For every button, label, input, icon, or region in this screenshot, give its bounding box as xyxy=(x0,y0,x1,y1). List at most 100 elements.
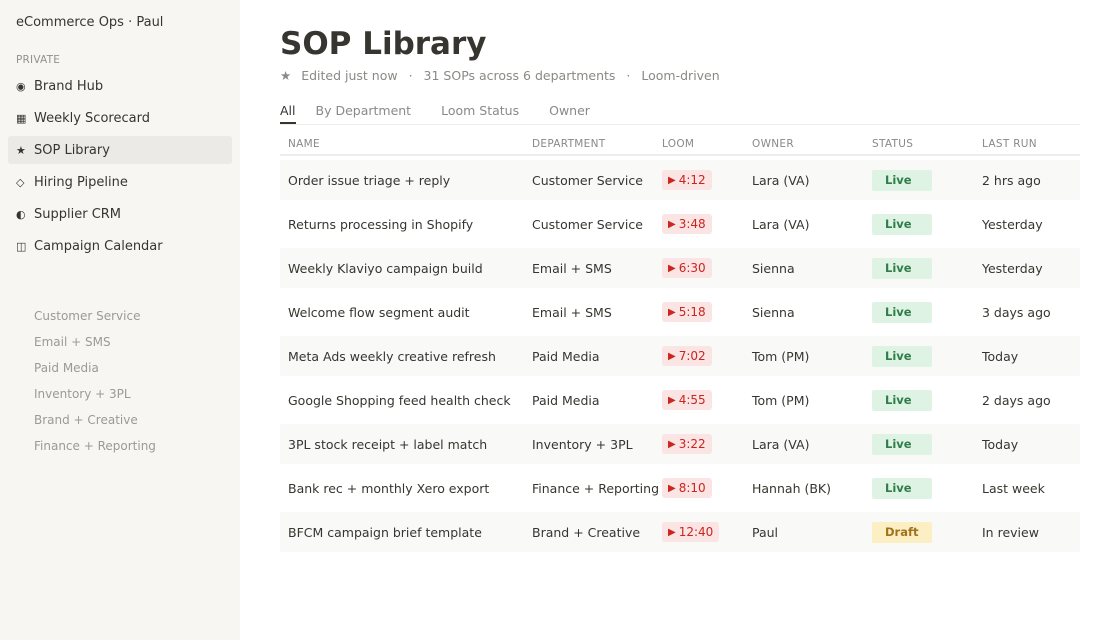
owner-cell: Paul xyxy=(752,524,779,540)
loom-video-button[interactable]: ▶ 4:55 xyxy=(662,390,712,410)
status-badge[interactable]: Live xyxy=(872,345,932,367)
sidebar-item-brand-hub[interactable]: ◉ Brand Hub xyxy=(8,72,232,100)
loom-video-button[interactable]: ▶ 3:22 xyxy=(662,434,712,454)
play-icon: ▶ xyxy=(668,438,676,450)
sop-name[interactable]: Welcome flow segment audit xyxy=(280,305,532,320)
last-run-cell: Today xyxy=(982,348,1019,364)
header-last-run[interactable]: LAST RUN xyxy=(982,138,1080,150)
sop-name[interactable]: Bank rec + monthly Xero export xyxy=(280,481,532,496)
status-cell: Live xyxy=(872,213,982,235)
status-badge[interactable]: Live xyxy=(872,389,932,411)
header-name[interactable]: NAME xyxy=(280,138,532,150)
loom-cell: ▶ 4:55 xyxy=(662,390,752,410)
sidebar-item-label: Hiring Pipeline xyxy=(34,174,128,190)
loom-duration: 3:22 xyxy=(678,437,706,451)
header-department[interactable]: DEPARTMENT xyxy=(532,138,662,150)
table-row[interactable]: 3PL stock receipt + label match Inventory… xyxy=(280,424,1080,464)
loom-video-button[interactable]: ▶ 5:18 xyxy=(662,302,712,322)
status-badge[interactable]: Live xyxy=(872,257,932,279)
status-badge[interactable]: Live xyxy=(872,477,932,499)
department-cell: Brand + Creative xyxy=(532,524,641,540)
table-header: NAME DEPARTMENT LOOM OWNER STATUS LAST R… xyxy=(280,134,1080,156)
owner-cell: Lara (VA) xyxy=(752,436,810,452)
loom-duration: 7:02 xyxy=(678,349,706,363)
sub-item-finance-reporting[interactable]: Finance + Reporting xyxy=(34,436,156,462)
sub-item-paid-media[interactable]: Paid Media xyxy=(34,358,156,384)
sub-item-brand-creative[interactable]: Brand + Creative xyxy=(34,410,156,436)
tab-owner[interactable]: Owner xyxy=(549,103,590,124)
loom-video-button[interactable]: ▶ 7:02 xyxy=(662,346,712,366)
sub-item-customer-service[interactable]: Customer Service xyxy=(34,306,156,332)
table-row[interactable]: Order issue triage + reply Customer Servi… xyxy=(280,160,1080,200)
table-row[interactable]: Weekly Klaviyo campaign build Email + SMS… xyxy=(280,248,1080,288)
loom-video-button[interactable]: ▶ 4:12 xyxy=(662,170,712,190)
loom-tag: Loom-driven xyxy=(641,68,720,83)
play-icon: ▶ xyxy=(668,218,676,230)
status-badge[interactable]: Live xyxy=(872,169,932,191)
calendar-icon: ◫ xyxy=(16,239,27,253)
header-status[interactable]: STATUS xyxy=(872,138,982,150)
department-cell: Paid Media xyxy=(532,392,600,408)
loom-video-button[interactable]: ▶ 3:48 xyxy=(662,214,712,234)
table-body: Order issue triage + reply Customer Servi… xyxy=(280,160,1080,552)
loom-video-button[interactable]: ▶ 8:10 xyxy=(662,478,712,498)
last-run-cell: 3 days ago xyxy=(982,304,1051,320)
sop-name[interactable]: Google Shopping feed health check xyxy=(280,393,532,408)
last-run-cell: Last week xyxy=(982,480,1045,496)
last-run-cell: Today xyxy=(982,436,1019,452)
sidebar-item-supplier-crm[interactable]: ◐ Supplier CRM xyxy=(8,200,232,228)
play-icon: ▶ xyxy=(668,526,676,538)
sidebar-item-label: Campaign Calendar xyxy=(34,238,163,254)
header-owner[interactable]: OWNER xyxy=(752,138,872,150)
last-run-cell: Yesterday xyxy=(982,216,1043,232)
loom-cell: ▶ 12:40 xyxy=(662,522,752,542)
sop-name[interactable]: BFCM campaign brief template xyxy=(280,525,532,540)
sop-name[interactable]: 3PL stock receipt + label match xyxy=(280,437,532,452)
tab-all[interactable]: All xyxy=(280,103,296,124)
workspace-name[interactable]: eCommerce Ops · Paul xyxy=(16,15,163,30)
loom-video-button[interactable]: ▶ 12:40 xyxy=(662,522,720,542)
table-row[interactable]: Meta Ads weekly creative refresh Paid Med… xyxy=(280,336,1080,376)
last-run-cell: 2 days ago xyxy=(982,392,1051,408)
table-row[interactable]: Returns processing in Shopify Customer Se… xyxy=(280,204,1080,244)
sop-name[interactable]: Meta Ads weekly creative refresh xyxy=(280,349,532,364)
sub-item-email-sms[interactable]: Email + SMS xyxy=(34,332,156,358)
status-badge[interactable]: Live xyxy=(872,301,932,323)
loom-cell: ▶ 6:30 xyxy=(662,258,752,278)
status-badge[interactable]: Draft xyxy=(872,521,932,543)
status-badge[interactable]: Live xyxy=(872,433,932,455)
edited-status: Edited just now xyxy=(301,68,398,83)
status-badge[interactable]: Live xyxy=(872,213,932,235)
loom-cell: ▶ 4:12 xyxy=(662,170,752,190)
status-cell: Live xyxy=(872,345,982,367)
table-row[interactable]: Bank rec + monthly Xero export Finance + … xyxy=(280,468,1080,508)
department-cell: Email + SMS xyxy=(532,304,612,320)
status-cell: Live xyxy=(872,477,982,499)
loom-cell: ▶ 3:48 xyxy=(662,214,752,234)
table-row[interactable]: BFCM campaign brief template Brand + Crea… xyxy=(280,512,1080,552)
owner-cell: Tom (PM) xyxy=(752,348,810,364)
loom-video-button[interactable]: ▶ 6:30 xyxy=(662,258,712,278)
department-cell: Customer Service xyxy=(532,216,643,232)
sidebar-item-weekly-scorecard[interactable]: ▦ Weekly Scorecard xyxy=(8,104,232,132)
loom-duration: 3:48 xyxy=(678,217,706,231)
loom-duration: 12:40 xyxy=(678,525,714,539)
table-row[interactable]: Welcome flow segment audit Email + SMS ▶ 5:… xyxy=(280,292,1080,332)
table-row[interactable]: Google Shopping feed health check Paid Me… xyxy=(280,380,1080,420)
department-sub-list: Customer Service Email + SMS Paid Media Inv… xyxy=(34,306,156,462)
sop-name[interactable]: Weekly Klaviyo campaign build xyxy=(280,261,532,276)
tab-loom-status[interactable]: Loom Status xyxy=(441,103,519,124)
sidebar-item-sop-library[interactable]: ★ SOP Library xyxy=(8,136,232,164)
loom-cell: ▶ 5:18 xyxy=(662,302,752,322)
header-loom[interactable]: LOOM xyxy=(662,138,752,150)
sop-name[interactable]: Returns processing in Shopify xyxy=(280,217,532,232)
sidebar-item-campaign-calendar[interactable]: ◫ Campaign Calendar xyxy=(8,232,232,260)
tab-by-department[interactable]: By Department xyxy=(316,103,412,124)
play-icon: ▶ xyxy=(668,306,676,318)
owner-cell: Sienna xyxy=(752,260,795,276)
sub-item-inventory-3pl[interactable]: Inventory + 3PL xyxy=(34,384,156,410)
loom-cell: ▶ 7:02 xyxy=(662,346,752,366)
sop-name[interactable]: Order issue triage + reply xyxy=(280,173,532,188)
sidebar-item-label: Brand Hub xyxy=(34,78,104,94)
sidebar-item-hiring-pipeline[interactable]: ◇ Hiring Pipeline xyxy=(8,168,232,196)
